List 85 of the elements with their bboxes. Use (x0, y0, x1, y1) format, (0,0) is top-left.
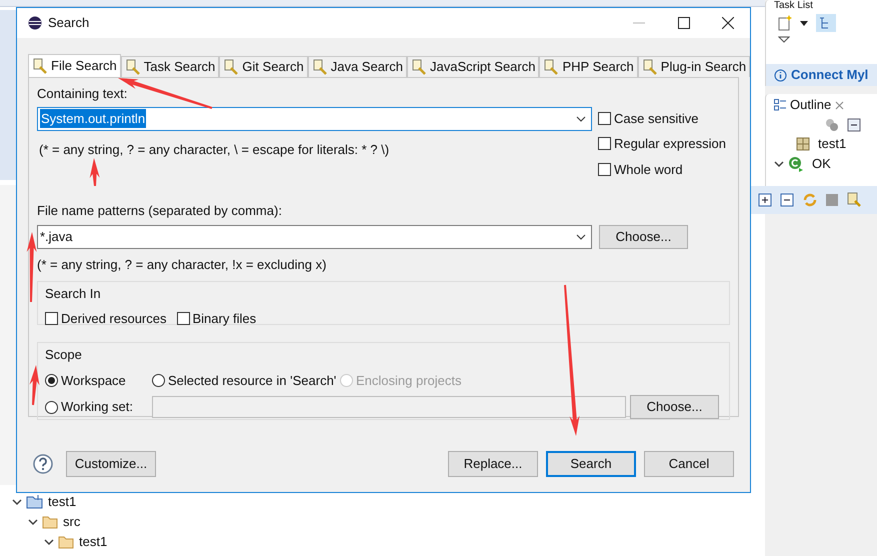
containing-text-field[interactable]: System.out.println (37, 106, 592, 130)
caret-icon[interactable] (800, 20, 808, 26)
arrow-annotation (90, 158, 100, 186)
search-icon[interactable] (846, 192, 862, 208)
search-tab-icon (124, 59, 141, 75)
outline-item[interactable]: OK (812, 154, 831, 174)
search-tab-icon (223, 59, 240, 75)
tree-item[interactable]: test1 (79, 532, 108, 552)
radio-button[interactable] (45, 400, 58, 414)
radio-label: Selected resource in 'Search' (168, 372, 336, 390)
field-value: *.java (40, 228, 73, 246)
field-label: Containing text: (37, 85, 128, 103)
window-title: Search (48, 14, 90, 32)
radio-label: Workspace (61, 372, 126, 390)
checkbox[interactable] (598, 137, 611, 150)
search-tab[interactable]: Task Search (120, 56, 220, 77)
radio-button[interactable] (45, 374, 58, 387)
fields-icon[interactable] (825, 119, 839, 131)
arrow-annotation (26, 232, 37, 302)
dropdown-caret-icon[interactable] (576, 234, 586, 240)
project-folder-icon (26, 495, 44, 509)
outline-icon (774, 99, 786, 111)
search-tab-icon (642, 59, 658, 75)
panel-tab[interactable]: Outline (790, 95, 832, 115)
dialog-button[interactable]: Cancel (644, 450, 734, 476)
hint-text: (* = any string, ? = any character, !x = excluding x) (37, 256, 328, 274)
search-tab-icon (410, 59, 427, 75)
chevron-icon[interactable] (44, 537, 54, 547)
group-title: Scope (45, 346, 83, 364)
chevron-icon[interactable] (774, 159, 784, 169)
field-label: File name patterns (separated by comma): (37, 202, 282, 220)
search-tab[interactable]: Plug-in Search (638, 56, 750, 77)
working-set-field[interactable] (152, 396, 626, 418)
checkbox-label: Derived resources (61, 310, 166, 328)
group-title: Search In (45, 285, 102, 303)
checkbox-label: Whole word (614, 160, 683, 178)
choose-button[interactable]: Choose... (630, 395, 719, 419)
help-icon[interactable] (33, 454, 53, 474)
arrow-annotation (30, 365, 40, 406)
radio-label: Enclosing projects (356, 372, 462, 390)
checkbox[interactable] (176, 312, 190, 325)
info-icon (774, 68, 787, 82)
class-icon (788, 156, 804, 172)
search-tab-icon (543, 59, 560, 75)
search-tab[interactable]: Java Search (308, 56, 407, 77)
collapse-all-icon[interactable] (847, 118, 861, 132)
chevron-icon[interactable] (12, 497, 22, 507)
search-tab-icon (312, 59, 328, 75)
search-tab-icon (32, 58, 48, 74)
search-tab[interactable]: JavaScript Search (406, 56, 540, 77)
expand-icon[interactable] (758, 193, 772, 207)
search-tab[interactable]: File Search (28, 54, 121, 77)
package-icon (796, 137, 810, 151)
app-logo-icon (28, 16, 42, 30)
search-tab[interactable]: PHP Search (539, 56, 638, 77)
maximize-icon[interactable] (678, 17, 690, 29)
hint-text: (* = any string, ? = any character, \ = escape for literals: * ? \) (38, 140, 390, 159)
selected-text: System.out.println (40, 108, 146, 128)
dropdown-caret-icon[interactable] (576, 116, 586, 122)
checkbox-label: Case sensitive (614, 110, 699, 128)
radio-button[interactable] (152, 374, 165, 387)
search-tab[interactable]: Git Search (219, 56, 308, 77)
choose-button[interactable]: Choose... (599, 224, 688, 248)
tree-view-icon[interactable] (816, 14, 836, 32)
panel-tab[interactable]: Task List (774, 0, 813, 12)
chevron-icon[interactable] (28, 517, 38, 527)
folder-icon (58, 536, 75, 548)
tree-item[interactable]: test1 (48, 492, 76, 512)
dialog-button[interactable]: Search (546, 450, 636, 476)
triangle-icon[interactable] (778, 36, 790, 43)
new-task-icon[interactable] (778, 15, 792, 31)
outline-item[interactable]: test1 (818, 134, 846, 154)
collapse-icon[interactable] (780, 193, 794, 207)
checkbox[interactable] (598, 162, 611, 176)
folder-icon (42, 516, 59, 528)
tree-item[interactable]: src (63, 512, 80, 532)
checkbox[interactable] (598, 112, 611, 125)
file-pattern-field[interactable]: *.java (37, 224, 592, 248)
radio-label: Working set: (61, 398, 134, 416)
checkbox-label: Regular expression (614, 135, 726, 153)
checkbox-label: Binary files (192, 310, 256, 328)
dialog-button[interactable]: Replace... (448, 450, 538, 476)
checkbox[interactable] (45, 312, 58, 325)
dialog-button[interactable]: Customize... (66, 450, 156, 476)
close-icon[interactable] (722, 17, 734, 29)
